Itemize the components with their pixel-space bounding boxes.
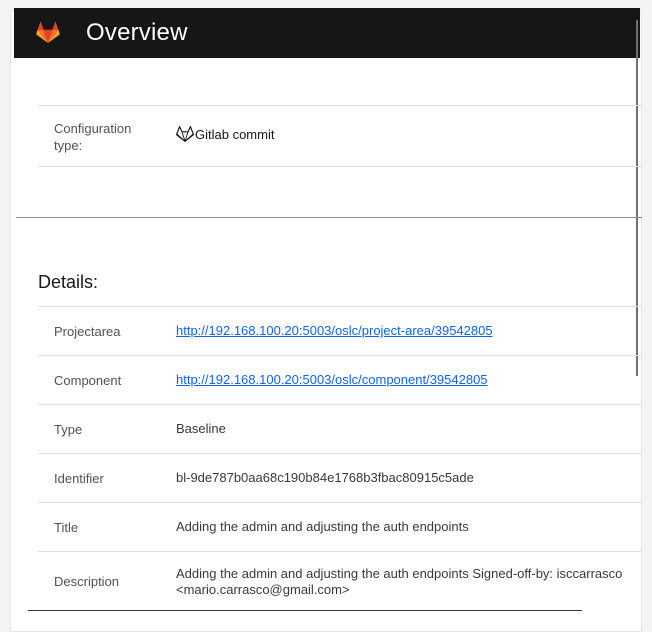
details-table: Projectarea http://192.168.100.20:5003/o…	[38, 306, 642, 611]
gitlab-logo-icon	[36, 22, 60, 43]
horizontal-scrollbar[interactable]	[28, 610, 582, 611]
detail-label: Component	[54, 372, 122, 388]
detail-row-projectarea: Projectarea http://192.168.100.20:5003/o…	[38, 306, 642, 355]
page-title: Overview	[86, 19, 188, 46]
detail-label: Identifier	[54, 470, 104, 486]
detail-row-description: Description Adding the admin and adjusti…	[38, 551, 642, 611]
overview-header: Overview	[14, 8, 640, 58]
detail-row-identifier: Identifier bl-9de787b0aa68c190b84e1768b3…	[38, 453, 642, 502]
detail-label: Description	[54, 574, 120, 589]
detail-value: Adding the admin and adjusting the auth …	[176, 565, 623, 597]
configuration-type-value: Gitlab commit	[176, 126, 274, 142]
detail-label: Projectarea	[54, 323, 121, 339]
details-heading: Details:	[38, 272, 99, 292]
component-link[interactable]: http://192.168.100.20:5003/oslc/componen…	[176, 372, 488, 388]
detail-row-type: Type Baseline	[38, 404, 642, 453]
detail-value: Adding the admin and adjusting the auth …	[176, 519, 469, 534]
projectarea-link[interactable]: http://192.168.100.20:5003/oslc/project-…	[176, 323, 493, 339]
gitlab-outline-icon	[176, 126, 194, 142]
configuration-type-row: Configuration type: Gitlab commit	[38, 105, 642, 167]
section-divider	[16, 217, 642, 218]
detail-row-title: Title Adding the admin and adjusting the…	[38, 502, 642, 551]
detail-row-component: Component http://192.168.100.20:5003/osl…	[38, 355, 642, 404]
detail-value: bl-9de787b0aa68c190b84e1768b3fbac80915c5…	[176, 470, 474, 485]
detail-label: Title	[54, 519, 79, 535]
configuration-type-label: Configuration type:	[54, 121, 132, 153]
detail-label: Type	[54, 421, 83, 437]
detail-value: Baseline	[176, 421, 226, 436]
configuration-type-text: Gitlab commit	[195, 127, 275, 142]
